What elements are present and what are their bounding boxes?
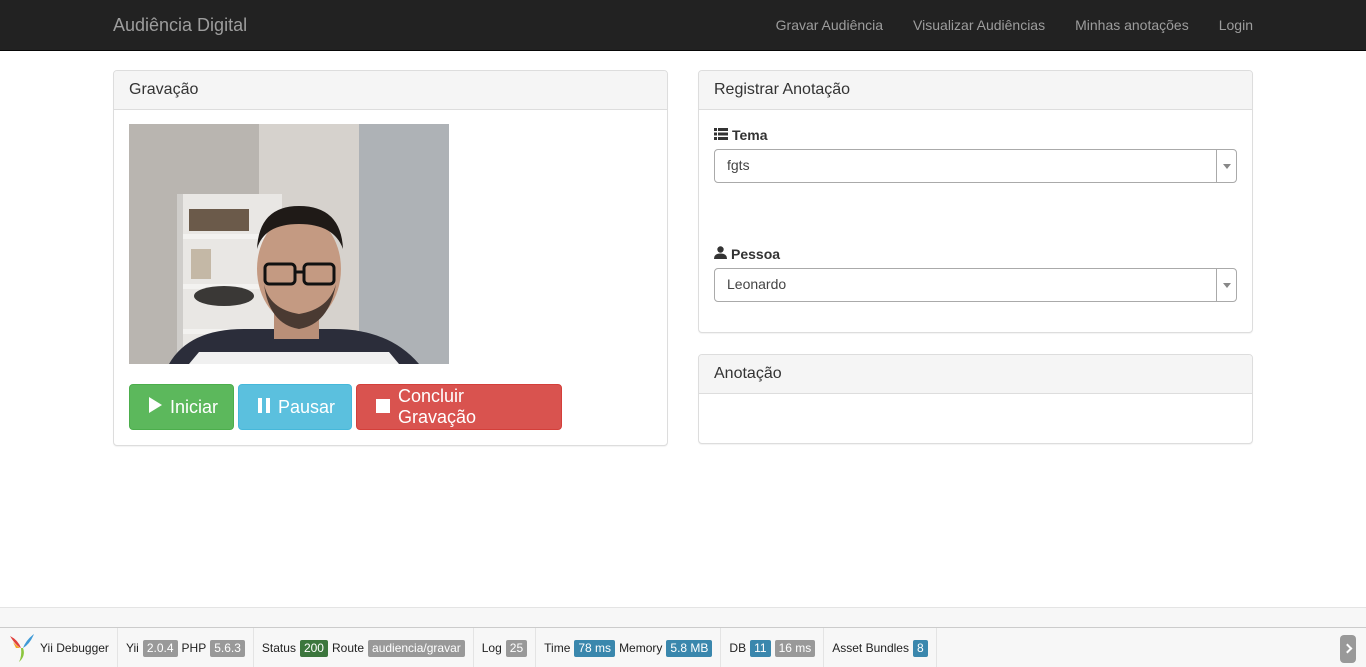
- tema-label: Tema: [714, 127, 768, 143]
- webcam-video: [129, 124, 449, 364]
- route-badge: audiencia/gravar: [368, 639, 465, 657]
- log-badge: 25: [505, 639, 528, 657]
- pessoa-label: Pessoa: [714, 246, 780, 262]
- nav-item-gravar-audiencia[interactable]: Gravar Audiência: [776, 17, 883, 33]
- debug-toolbar: Yii Debugger Yii 2.0.4 PHP 5.6.3 Status …: [0, 607, 1366, 667]
- db-label: DB: [729, 641, 747, 655]
- gravacao-panel: Gravação Iniciar Pausar Concluir Gravaçã…: [113, 70, 668, 446]
- stop-icon: [376, 397, 390, 418]
- webcam-frame-image: [129, 124, 449, 364]
- yii-version-badge: 2.0.4: [142, 639, 178, 657]
- chevron-down-icon[interactable]: [1216, 150, 1236, 182]
- memory-badge: 5.8 MB: [666, 639, 713, 657]
- brand-link[interactable]: Audiência Digital: [113, 15, 247, 36]
- registrar-anotacao-panel: Registrar Anotação Tema fgts Pessoa Leon…: [698, 70, 1253, 333]
- asset-bundles-badge: 8: [912, 639, 928, 657]
- recording-controls: Iniciar Pausar Concluir Gravação: [129, 384, 566, 430]
- debug-db-block[interactable]: DB 11 16 ms: [721, 627, 825, 667]
- pause-icon: [258, 397, 270, 418]
- debug-profiling-block[interactable]: Time 78 ms Memory 5.8 MB: [536, 627, 722, 667]
- nav-menu: Gravar Audiência Visualizar Audiências M…: [746, 0, 1253, 50]
- yii-label: Yii: [125, 641, 139, 655]
- debug-version-block[interactable]: Yii 2.0.4 PHP 5.6.3: [118, 627, 254, 667]
- stop-button-label: Concluir Gravação: [398, 386, 477, 427]
- registrar-panel-title: Registrar Anotação: [699, 71, 1252, 110]
- log-label: Log: [481, 641, 502, 655]
- debug-bar: Yii Debugger Yii 2.0.4 PHP 5.6.3 Status …: [0, 627, 1366, 667]
- navbar: Audiência Digital Gravar Audiência Visua…: [0, 0, 1366, 51]
- start-button[interactable]: Iniciar: [129, 384, 234, 430]
- php-version-badge: 5.6.3: [210, 639, 245, 657]
- gravacao-panel-title: Gravação: [114, 71, 667, 110]
- tema-selected-value: fgts: [727, 157, 750, 173]
- status-badge: 200: [299, 639, 328, 657]
- start-button-label: Iniciar: [170, 396, 219, 417]
- list-icon: [714, 127, 732, 143]
- memory-label: Memory: [619, 641, 663, 655]
- nav-item-minhas-anotacoes[interactable]: Minhas anotações: [1075, 17, 1189, 33]
- debug-request-block[interactable]: Status 200 Route audiencia/gravar: [254, 627, 474, 667]
- nav-item-login[interactable]: Login: [1219, 17, 1253, 33]
- pessoa-label-text: Pessoa: [731, 246, 781, 262]
- stop-button[interactable]: Concluir Gravação: [356, 384, 562, 430]
- nav-item-visualizar-audiencias[interactable]: Visualizar Audiências: [913, 17, 1045, 33]
- asset-bundles-label: Asset Bundles: [832, 641, 909, 655]
- debug-log-block[interactable]: Log 25: [474, 627, 537, 667]
- anotacao-panel-title: Anotação: [699, 355, 1252, 394]
- yii-debugger-link[interactable]: Yii Debugger: [0, 627, 118, 667]
- status-label: Status: [261, 641, 296, 655]
- time-label: Time: [544, 641, 571, 655]
- tema-label-text: Tema: [732, 127, 768, 143]
- tema-select[interactable]: fgts: [714, 149, 1237, 183]
- time-badge: 78 ms: [574, 639, 616, 657]
- route-label: Route: [331, 641, 365, 655]
- php-label: PHP: [181, 641, 207, 655]
- debugger-title: Yii Debugger: [40, 641, 109, 655]
- pause-button-label: Pausar: [278, 396, 336, 417]
- pessoa-selected-value: Leonardo: [727, 276, 787, 292]
- yii-logo-icon: [8, 632, 36, 665]
- pessoa-select[interactable]: Leonardo: [714, 268, 1237, 302]
- pause-button[interactable]: Pausar: [238, 384, 352, 430]
- db-time-badge: 16 ms: [774, 639, 816, 657]
- db-count-badge: 11: [750, 639, 771, 657]
- chevron-down-icon[interactable]: [1216, 269, 1236, 301]
- debug-assets-block[interactable]: Asset Bundles 8: [824, 627, 937, 667]
- debug-toggle-chevron-icon[interactable]: [1340, 635, 1356, 663]
- anotacao-panel: Anotação: [698, 354, 1253, 444]
- user-icon: [714, 246, 731, 262]
- play-icon: [149, 396, 162, 418]
